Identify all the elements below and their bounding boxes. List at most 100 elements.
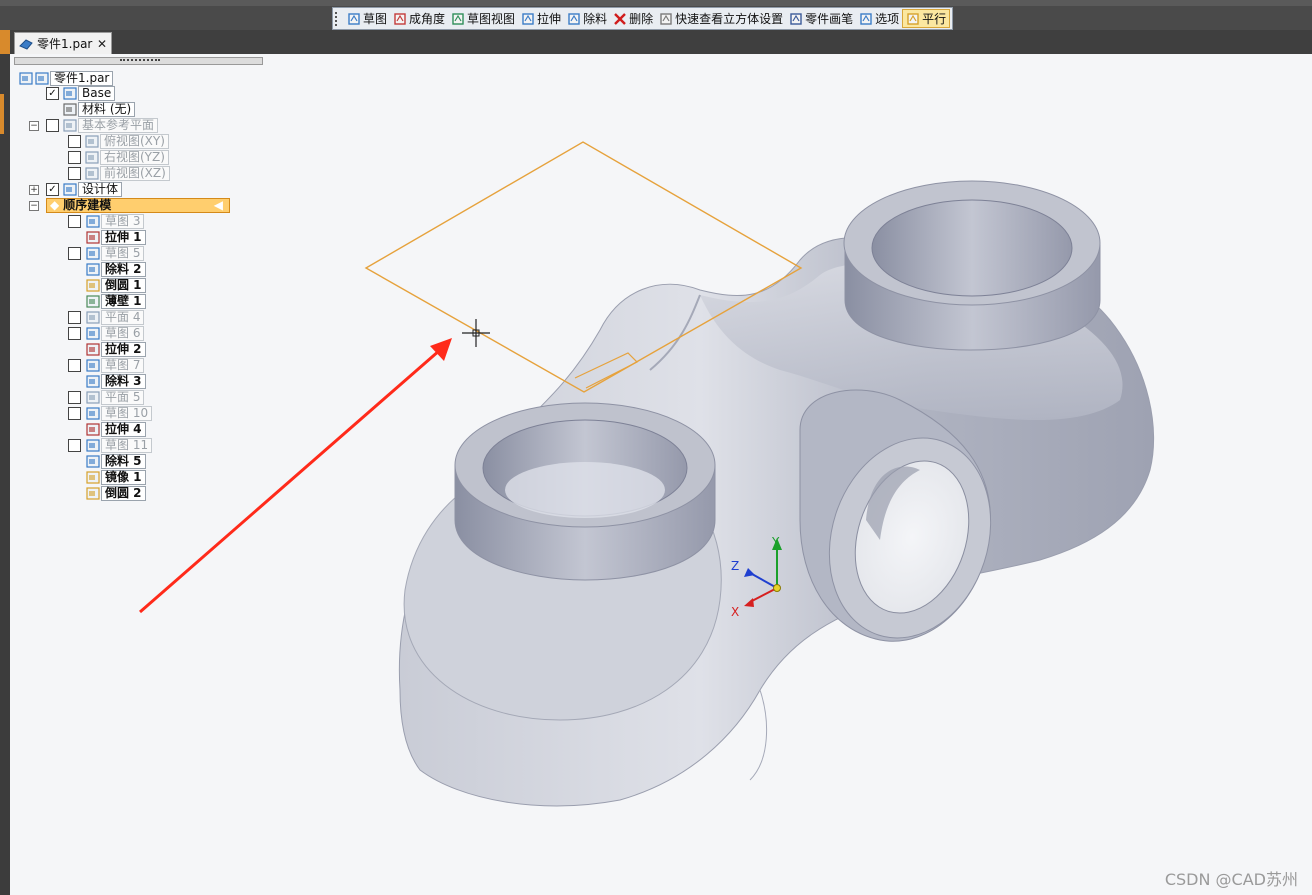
toolbar-grip[interactable]: [335, 11, 341, 26]
body-icon: [63, 183, 77, 196]
feature-checkbox[interactable]: [68, 311, 81, 324]
tree-ref-planes-label[interactable]: 基本参考平面: [78, 118, 159, 133]
tree-material-label[interactable]: 材料 (无): [78, 102, 136, 117]
tree-ordered-label[interactable]: ◆ 顺序建模 ◀: [46, 198, 230, 213]
toolbar-button-label: 成角度: [409, 12, 446, 26]
plane-checkbox[interactable]: [68, 135, 81, 148]
tree-feature-label[interactable]: 拉伸 1: [101, 230, 146, 245]
axis-z-label: Z: [731, 559, 739, 573]
feature-checkbox[interactable]: [68, 391, 81, 404]
sketch-icon: [348, 12, 360, 25]
cut-icon: [86, 263, 100, 276]
axis-y-label: Y: [771, 535, 780, 549]
tree-feature-label[interactable]: 草图 5: [101, 246, 145, 261]
tree-feature-label[interactable]: 除料 3: [101, 374, 146, 389]
tree-feature-label[interactable]: 拉伸 4: [101, 422, 146, 437]
tree-feature-label[interactable]: 草图 10: [101, 406, 153, 421]
toolbar-button-label: 快速查看立方体设置: [675, 12, 784, 26]
document-tab-bar: 零件1.par ✕: [0, 30, 1312, 54]
ref-planes-expander[interactable]: −: [29, 121, 39, 131]
part-file-icon: [19, 38, 33, 50]
tree-feature-label[interactable]: 草图 11: [101, 438, 153, 453]
cut-icon: [86, 455, 100, 468]
design-body-checkbox[interactable]: ✓: [46, 183, 59, 196]
cut-icon: [568, 12, 580, 25]
tree-feature-label[interactable]: 薄壁 1: [101, 294, 146, 309]
toolbar-button-0[interactable]: 草图: [344, 9, 390, 28]
toolbar-button-1[interactable]: 成角度: [390, 9, 448, 28]
tree-feature-label[interactable]: 拉伸 2: [101, 342, 146, 357]
tree-plane-label[interactable]: 俯视图(XY): [100, 134, 169, 149]
close-icon[interactable]: ✕: [97, 37, 107, 51]
tree-feature-label[interactable]: 草图 3: [101, 214, 145, 229]
tree-feature-label[interactable]: 除料 5: [101, 454, 146, 469]
feature-checkbox[interactable]: [68, 407, 81, 420]
sketch-icon: [86, 327, 100, 340]
toolbar-button-8[interactable]: 选项: [856, 9, 902, 28]
toolbar-button-2[interactable]: 草图视图: [448, 9, 518, 28]
toolbar-button-9[interactable]: 平行: [902, 9, 951, 28]
feat-icon: [86, 343, 100, 356]
parallel-icon: [907, 12, 919, 25]
ordered-text: 顺序建模: [63, 198, 112, 212]
sketch-icon: [86, 247, 100, 260]
delete-icon: [614, 12, 626, 25]
annotation-arrow: [139, 348, 441, 614]
feature-checkbox[interactable]: [68, 359, 81, 372]
feature-checkbox[interactable]: [68, 327, 81, 340]
plane-icon: [63, 119, 77, 132]
feature-checkbox[interactable]: [68, 215, 81, 228]
tree-feature-label[interactable]: 平面 4: [101, 310, 145, 325]
feature-checkbox[interactable]: [68, 247, 81, 260]
options-icon: [860, 12, 872, 25]
left-edge: [0, 54, 10, 895]
design-body-expander[interactable]: +: [29, 185, 39, 195]
graphics-window[interactable]: Y Z X: [10, 54, 1312, 895]
pathfinder-resize-bar[interactable]: [14, 57, 263, 65]
ordered-expander[interactable]: −: [29, 201, 39, 211]
mat-icon: [63, 103, 77, 116]
ribbon-strip: [0, 0, 1312, 6]
tree-base-label[interactable]: Base: [78, 86, 116, 101]
tree-feature-label[interactable]: 草图 6: [101, 326, 145, 341]
plane-icon: [86, 391, 100, 404]
part-icon: [19, 72, 33, 85]
toolbar-button-label: 删除: [629, 12, 654, 26]
tree-plane-label[interactable]: 右视图(YZ): [100, 150, 169, 165]
tree-feature-label[interactable]: 除料 2: [101, 262, 146, 277]
plane-checkbox[interactable]: [68, 167, 81, 180]
tree-feature-label[interactable]: 平面 5: [101, 390, 145, 405]
document-tab[interactable]: 零件1.par ✕: [14, 32, 112, 54]
model-canvas[interactable]: Y Z X: [10, 54, 1312, 895]
tree-feature-label[interactable]: 倒圆 2: [101, 486, 146, 501]
thin-icon: [86, 295, 100, 308]
tree-design-body-label[interactable]: 设计体: [78, 182, 123, 197]
tree-root-label[interactable]: 零件1.par: [50, 71, 114, 86]
round-icon: [86, 279, 100, 292]
ref-planes-checkbox[interactable]: [46, 119, 59, 132]
tree-feature-label[interactable]: 镜像 1: [101, 470, 146, 485]
toolbar-button-3[interactable]: 拉伸: [518, 9, 564, 28]
toolbar-button-7[interactable]: 零件画笔: [786, 9, 856, 28]
collapse-arrow-icon: ◀: [213, 198, 223, 212]
plane-checkbox[interactable]: [68, 151, 81, 164]
document-tab-title: 零件1.par: [37, 37, 93, 51]
tree-feature-label[interactable]: 倒圆 1: [101, 278, 146, 293]
mirror-icon: [86, 471, 100, 484]
toolbar-button-label: 平行: [922, 12, 947, 26]
round-icon: [86, 487, 100, 500]
plane-icon: [85, 151, 99, 164]
feat-icon: [86, 423, 100, 436]
base-checkbox[interactable]: ✓: [46, 87, 59, 100]
tree-feature-label[interactable]: 草图 7: [101, 358, 145, 373]
tree-plane-label[interactable]: 前视图(XZ): [100, 166, 170, 181]
part-icon: [35, 72, 49, 85]
toolbar-button-4[interactable]: 除料: [564, 9, 610, 28]
toolbar-button-6[interactable]: 快速查看立方体设置: [656, 9, 786, 28]
right-boss-hole: [871, 199, 1073, 297]
watermark: CSDN @CAD苏州: [1164, 870, 1298, 889]
feature-checkbox[interactable]: [68, 439, 81, 452]
sketch-icon: [86, 215, 100, 228]
part-painter-icon: [790, 12, 802, 25]
toolbar-button-5[interactable]: 删除: [610, 9, 656, 28]
